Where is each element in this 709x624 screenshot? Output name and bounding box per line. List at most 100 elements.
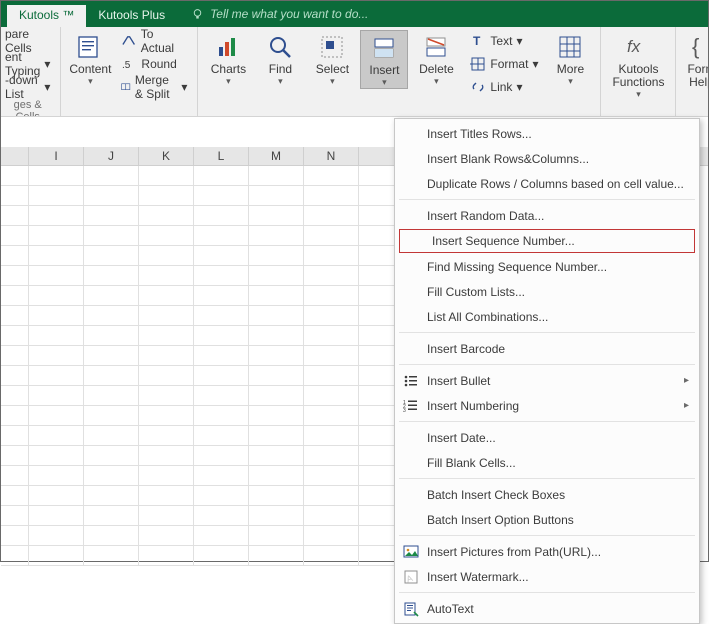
cell[interactable] [139,446,194,466]
link-button[interactable]: Link ▾ [466,76,542,98]
cell[interactable] [194,186,249,206]
cell[interactable] [304,206,359,226]
cell[interactable] [29,346,84,366]
cell[interactable] [194,246,249,266]
cell[interactable] [139,266,194,286]
tab-kutools[interactable]: Kutools ™ [7,5,86,27]
cell[interactable] [29,426,84,446]
cell[interactable] [84,446,139,466]
cell[interactable] [84,186,139,206]
cell[interactable] [194,326,249,346]
merge-split-button[interactable]: Merge & Split ▾ [117,76,191,98]
menu-item[interactable]: Insert Barcode [395,336,699,361]
cell[interactable] [304,446,359,466]
dropdown-list-button[interactable]: -down List▾ [1,76,54,98]
menu-item[interactable]: Insert Blank Rows&Columns... [395,146,699,171]
text-button[interactable]: T Text ▾ [466,30,542,52]
cell[interactable] [84,206,139,226]
menu-item[interactable]: Fill Blank Cells... [395,450,699,475]
cell[interactable] [304,466,359,486]
cell[interactable] [304,166,359,186]
cell[interactable] [304,186,359,206]
cell[interactable] [84,286,139,306]
cell[interactable] [29,466,84,486]
cell[interactable] [304,246,359,266]
cell[interactable] [29,326,84,346]
cell[interactable] [84,166,139,186]
cell[interactable] [194,206,249,226]
cell[interactable] [194,386,249,406]
cell[interactable] [139,486,194,506]
cell[interactable] [249,306,304,326]
cell[interactable] [84,486,139,506]
cell[interactable] [139,246,194,266]
cell[interactable] [84,266,139,286]
cell[interactable] [29,366,84,386]
cell[interactable] [139,166,194,186]
cell[interactable] [139,226,194,246]
cell[interactable] [84,526,139,546]
find-button[interactable]: Find ▾ [256,30,304,87]
cell[interactable] [84,246,139,266]
cell[interactable] [304,366,359,386]
cell[interactable] [249,526,304,546]
cell[interactable] [249,166,304,186]
cell[interactable] [29,486,84,506]
cell[interactable] [194,446,249,466]
cell[interactable] [249,266,304,286]
cell[interactable] [304,226,359,246]
menu-item[interactable]: Insert Random Data... [395,203,699,228]
menu-item[interactable]: Batch Insert Option Buttons [395,507,699,532]
cell[interactable] [139,346,194,366]
cell[interactable] [304,526,359,546]
menu-item[interactable]: Insert Titles Rows... [395,121,699,146]
cell[interactable] [249,206,304,226]
cell[interactable] [84,546,139,566]
cell[interactable] [29,266,84,286]
more-button[interactable]: More ▾ [546,30,594,87]
tab-kutools-plus[interactable]: Kutools Plus [86,5,177,27]
column-header-I[interactable]: I [29,147,84,165]
cell[interactable] [194,266,249,286]
cell[interactable] [139,326,194,346]
cell[interactable] [304,506,359,526]
kutools-functions-button[interactable]: fx Kutools Functions▾ [607,30,669,100]
cell[interactable] [304,266,359,286]
cell[interactable] [84,466,139,486]
cell[interactable] [139,206,194,226]
cell[interactable] [29,206,84,226]
cell[interactable] [304,426,359,446]
cell[interactable] [194,406,249,426]
cell[interactable] [29,286,84,306]
cell[interactable] [194,366,249,386]
cell[interactable] [29,446,84,466]
cell[interactable] [194,466,249,486]
menu-item[interactable]: Batch Insert Check Boxes [395,482,699,507]
menu-item[interactable]: Insert Sequence Number... [399,229,695,253]
menu-item[interactable]: 123Insert Numbering▸ [395,393,699,418]
cell[interactable] [84,346,139,366]
menu-item[interactable]: AInsert Watermark... [395,564,699,589]
cell[interactable] [249,446,304,466]
cell[interactable] [249,406,304,426]
cell[interactable] [139,186,194,206]
cell[interactable] [194,426,249,446]
cell[interactable] [194,166,249,186]
delete-button[interactable]: Delete ▾ [412,30,460,87]
cell[interactable] [139,286,194,306]
cell[interactable] [139,366,194,386]
cell[interactable] [249,486,304,506]
cell[interactable] [249,246,304,266]
cell[interactable] [139,546,194,566]
cell[interactable] [29,506,84,526]
cell[interactable] [29,226,84,246]
column-header-N[interactable]: N [304,147,359,165]
round-button[interactable]: .5 Round [117,53,191,75]
cell[interactable] [304,486,359,506]
cell[interactable] [194,506,249,526]
cell[interactable] [29,186,84,206]
cell[interactable] [84,406,139,426]
cell[interactable] [304,346,359,366]
cell[interactable] [29,306,84,326]
cell[interactable] [29,166,84,186]
